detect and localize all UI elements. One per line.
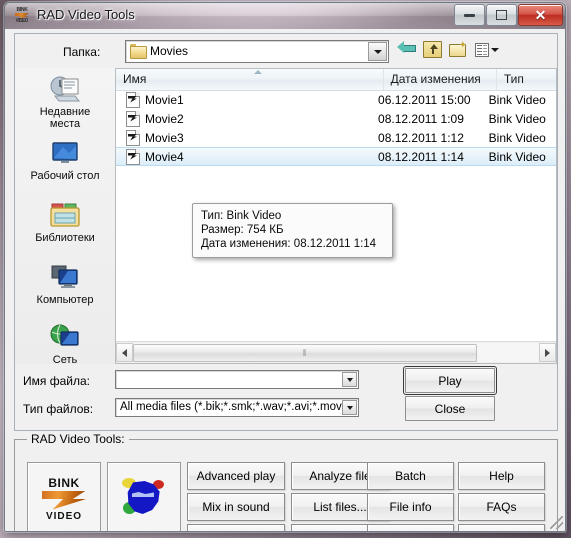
cell-date: 08.12.2011 1:14 xyxy=(378,149,464,164)
chevron-down-icon[interactable] xyxy=(368,42,387,61)
column-header-name[interactable]: Имя xyxy=(116,69,384,90)
back-icon[interactable] xyxy=(397,41,416,59)
bink-logo-icon: BINK VIDEO xyxy=(36,473,92,525)
folder-label: Папка: xyxy=(63,45,101,59)
open-file-dialog: Папка: Movies ✦ Недавние места Рабочий с… xyxy=(14,33,558,431)
table-row-selected[interactable]: Movie4 08.12.2011 1:14 Bink Video xyxy=(116,147,556,166)
sidebar-item-libraries[interactable]: Библиотеки xyxy=(15,198,115,244)
maximize-button[interactable] xyxy=(486,4,517,26)
tooltip-line-type: Тип: Bink Video xyxy=(201,210,282,222)
file-rows: Movie1 06.12.2011 15:00 Bink Video Movie… xyxy=(116,90,556,342)
close-button[interactable]: ✕ xyxy=(518,4,563,26)
table-row[interactable]: Movie1 06.12.2011 15:00 Bink Video xyxy=(116,90,556,109)
cell-type: Bink Video xyxy=(488,92,546,107)
chevron-down-icon[interactable] xyxy=(342,400,357,415)
table-row[interactable]: Movie2 08.12.2011 1:09 Bink Video xyxy=(116,109,556,128)
views-icon[interactable] xyxy=(475,41,499,59)
resize-grip[interactable] xyxy=(550,516,563,529)
bink-file-icon xyxy=(126,148,140,165)
play-button[interactable]: Play xyxy=(403,366,497,395)
file-type-combobox[interactable]: All media files (*.bik;*.smk;*.wav;*.avi… xyxy=(115,398,359,417)
folder-icon xyxy=(130,44,147,59)
bink-video-icon: BINK VIDEO xyxy=(15,7,29,24)
tooltip-line-date: Дата изменения: 08.12.2011 1:14 xyxy=(201,238,377,250)
file-type-label: Тип файлов: xyxy=(23,402,94,416)
bink-file-icon xyxy=(126,91,140,108)
file-list-view[interactable]: Имя Дата изменения Тип Movie1 06.12.2011… xyxy=(115,68,557,364)
bink-file-icon xyxy=(126,129,140,146)
system-info-button[interactable]: System info xyxy=(367,524,454,531)
scrollbar-thumb[interactable]: ⦀ xyxy=(133,344,477,362)
bink-file-icon xyxy=(126,110,140,127)
table-row[interactable]: Movie3 08.12.2011 1:12 Bink Video xyxy=(116,128,556,147)
window-controls: ✕ xyxy=(453,4,563,26)
file-name-input[interactable] xyxy=(115,370,359,389)
sidebar-label-line1: Компьютер xyxy=(36,294,94,306)
help-button[interactable]: Help xyxy=(458,462,545,490)
folder-value: Movies xyxy=(150,44,189,58)
advanced-play-button[interactable]: Advanced play xyxy=(187,462,285,490)
cell-name: Movie1 xyxy=(116,91,378,108)
horizontal-scrollbar[interactable]: ⦀ xyxy=(116,341,556,363)
new-folder-icon[interactable]: ✦ xyxy=(449,41,468,59)
cell-type: Bink Video xyxy=(488,149,546,164)
computer-icon xyxy=(15,260,115,294)
libraries-icon xyxy=(15,198,115,232)
sidebar-item-desktop[interactable]: Рабочий стол xyxy=(15,136,115,182)
sidebar-label-line2: места xyxy=(49,118,81,130)
desktop-icon xyxy=(15,136,115,170)
folder-bar: Папка: Movies ✦ xyxy=(15,40,557,66)
file-type-value: All media files (*.bik;*.smk;*.wav;*.avi… xyxy=(120,401,345,413)
smack-logo-icon xyxy=(118,476,170,522)
cell-date: 08.12.2011 1:09 xyxy=(378,111,464,126)
column-header-type[interactable]: Тип xyxy=(497,69,556,90)
scroll-right-button[interactable] xyxy=(539,343,556,362)
scroll-left-button[interactable] xyxy=(116,343,133,362)
cell-date: 06.12.2011 15:00 xyxy=(378,92,471,107)
rad-video-tools-window: BINK VIDEO RAD Video Tools ✕ Папка: Movie… xyxy=(4,2,566,532)
cell-type: Bink Video xyxy=(488,111,546,126)
window-body: Папка: Movies ✦ Недавние места Рабочий с… xyxy=(5,29,565,531)
faqs-button[interactable]: FAQs xyxy=(458,493,545,521)
sidebar-item-network[interactable]: Сеть xyxy=(15,320,115,366)
sidebar-item-computer[interactable]: Компьютер xyxy=(15,260,115,306)
sidebar-label-line1: Сеть xyxy=(52,354,78,366)
sidebar-label-line1: Недавние xyxy=(39,106,91,118)
file-tooltip: Тип: Bink Video Размер: 754 КБ Дата изме… xyxy=(192,203,393,258)
bink-it-button[interactable]: BINK VIDEO xyxy=(27,462,101,531)
places-bar: Недавние места Рабочий стол Библиотеки К… xyxy=(15,68,116,366)
recent-places-icon xyxy=(15,72,115,106)
mix-in-sound-button[interactable]: Mix in sound xyxy=(187,493,285,521)
rad-video-tools-group: RAD Video Tools: BINKVIDEO Bink it! Smac… xyxy=(14,432,558,531)
up-one-level-icon[interactable] xyxy=(423,41,442,59)
file-list-header: Имя Дата изменения Тип xyxy=(116,69,556,91)
cell-name: Movie4 xyxy=(116,148,378,165)
batch-button[interactable]: Batch xyxy=(367,462,454,490)
dialog-toolbar: ✦ xyxy=(397,41,499,59)
close-button-dialog[interactable]: Close xyxy=(405,396,495,421)
file-name-label: Имя файла: xyxy=(23,374,90,388)
convert-a-file-button[interactable]: Convert a file xyxy=(187,524,285,531)
chevron-down-icon[interactable] xyxy=(342,372,357,387)
about-button[interactable]: About xyxy=(458,524,545,531)
folder-combobox[interactable]: Movies xyxy=(125,40,389,63)
cell-name: Movie2 xyxy=(116,110,378,127)
minimize-button[interactable] xyxy=(454,4,485,26)
cell-date: 08.12.2011 1:12 xyxy=(378,130,464,145)
network-icon xyxy=(15,320,115,354)
sidebar-item-recent-places[interactable]: Недавние места xyxy=(15,72,115,130)
sidebar-label-line1: Библиотеки xyxy=(35,232,95,244)
scrollbar-track[interactable]: ⦀ xyxy=(133,343,539,362)
sort-ascending-icon xyxy=(254,70,262,74)
cell-type: Bink Video xyxy=(488,130,546,145)
window-title: RAD Video Tools xyxy=(37,7,135,22)
tooltip-line-size: Размер: 754 КБ xyxy=(201,224,284,236)
smack-it-button[interactable] xyxy=(107,462,181,531)
title-bar: BINK VIDEO RAD Video Tools ✕ xyxy=(5,3,565,30)
file-info-button[interactable]: File info xyxy=(367,493,454,521)
column-header-date[interactable]: Дата изменения xyxy=(384,69,497,90)
group-title: RAD Video Tools: xyxy=(27,432,129,446)
cell-name: Movie3 xyxy=(116,129,378,146)
sidebar-label-line1: Рабочий стол xyxy=(30,170,100,182)
